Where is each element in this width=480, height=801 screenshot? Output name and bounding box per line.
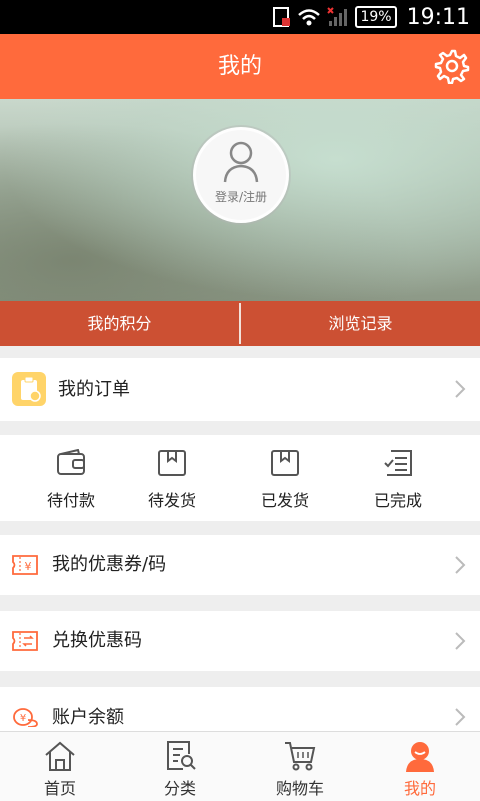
cart-icon xyxy=(285,742,316,771)
status-pending-shipment-label: 待发货 xyxy=(147,491,196,510)
my-orders-row[interactable]: 我的订单 xyxy=(0,358,480,421)
checklist-icon xyxy=(384,450,412,476)
sim-icon xyxy=(273,7,291,27)
nav-mine-label: 我的 xyxy=(403,779,436,798)
profile-banner: 登录/注册 xyxy=(0,99,480,301)
chevron-right-icon xyxy=(455,708,466,726)
box-icon xyxy=(158,450,186,476)
nav-category[interactable]: 分类 xyxy=(120,732,240,801)
status-completed-label: 已完成 xyxy=(373,491,422,510)
user-icon xyxy=(223,141,259,183)
gear-icon[interactable] xyxy=(434,48,470,84)
home-icon xyxy=(45,741,75,771)
coupon-icon: ¥ xyxy=(12,555,38,575)
my-orders-label: 我的订单 xyxy=(58,379,130,400)
battery-indicator: 19% xyxy=(355,6,397,28)
wallet-icon xyxy=(57,449,85,475)
tab-browse-history[interactable]: 浏览记录 xyxy=(241,301,480,346)
svg-text:¥: ¥ xyxy=(20,713,26,724)
nav-category-label: 分类 xyxy=(163,779,196,798)
profile-tabs: 我的积分 浏览记录 xyxy=(0,301,480,346)
app-header: 我的 xyxy=(0,34,480,99)
tab-my-points[interactable]: 我的积分 xyxy=(0,301,239,346)
login-register-label: 登录/注册 xyxy=(214,190,268,204)
svg-text:¥: ¥ xyxy=(25,560,32,573)
status-shipped-label: 已发货 xyxy=(260,491,309,510)
redeem-code-row[interactable]: 兑换优惠码 xyxy=(0,611,480,671)
coins-icon: ¥ xyxy=(13,708,38,727)
status-pending-payment[interactable]: 待付款 xyxy=(16,435,126,521)
chevron-right-icon xyxy=(455,632,466,650)
my-coupons-label: 我的优惠券/码 xyxy=(52,554,167,575)
signal-icon xyxy=(327,7,348,26)
clipboard-icon xyxy=(12,372,46,406)
category-search-icon xyxy=(167,741,196,770)
nav-home-label: 首页 xyxy=(43,779,76,798)
status-pending-payment-label: 待付款 xyxy=(46,491,95,510)
clock: 19:11 xyxy=(406,4,470,30)
box-icon xyxy=(271,450,299,476)
nav-cart-label: 购物车 xyxy=(275,779,324,798)
redeem-code-label: 兑换优惠码 xyxy=(52,630,142,651)
account-balance-row[interactable]: ¥ 账户余额 xyxy=(0,687,480,731)
user-icon xyxy=(406,742,434,772)
exchange-coupon-icon xyxy=(12,631,38,651)
order-status-row: 待付款 待发货 已发货 已完成 xyxy=(0,435,480,521)
status-icons: 19% 19:11 xyxy=(273,0,470,34)
bottom-navigation: 首页 分类 购物车 我的 xyxy=(0,731,480,801)
status-completed[interactable]: 已完成 xyxy=(343,435,453,521)
nav-mine[interactable]: 我的 xyxy=(360,732,480,801)
chevron-right-icon xyxy=(455,380,466,398)
wifi-icon xyxy=(298,9,321,26)
chevron-right-icon xyxy=(455,556,466,574)
status-pending-shipment[interactable]: 待发货 xyxy=(117,435,227,521)
my-coupons-row[interactable]: ¥ 我的优惠券/码 xyxy=(0,535,480,595)
login-avatar-button[interactable]: 登录/注册 xyxy=(193,127,289,223)
status-shipped[interactable]: 已发货 xyxy=(230,435,340,521)
nav-home[interactable]: 首页 xyxy=(0,732,120,801)
page-title: 我的 xyxy=(217,54,262,79)
status-bar: 19% 19:11 xyxy=(0,0,480,34)
nav-cart[interactable]: 购物车 xyxy=(240,732,360,801)
